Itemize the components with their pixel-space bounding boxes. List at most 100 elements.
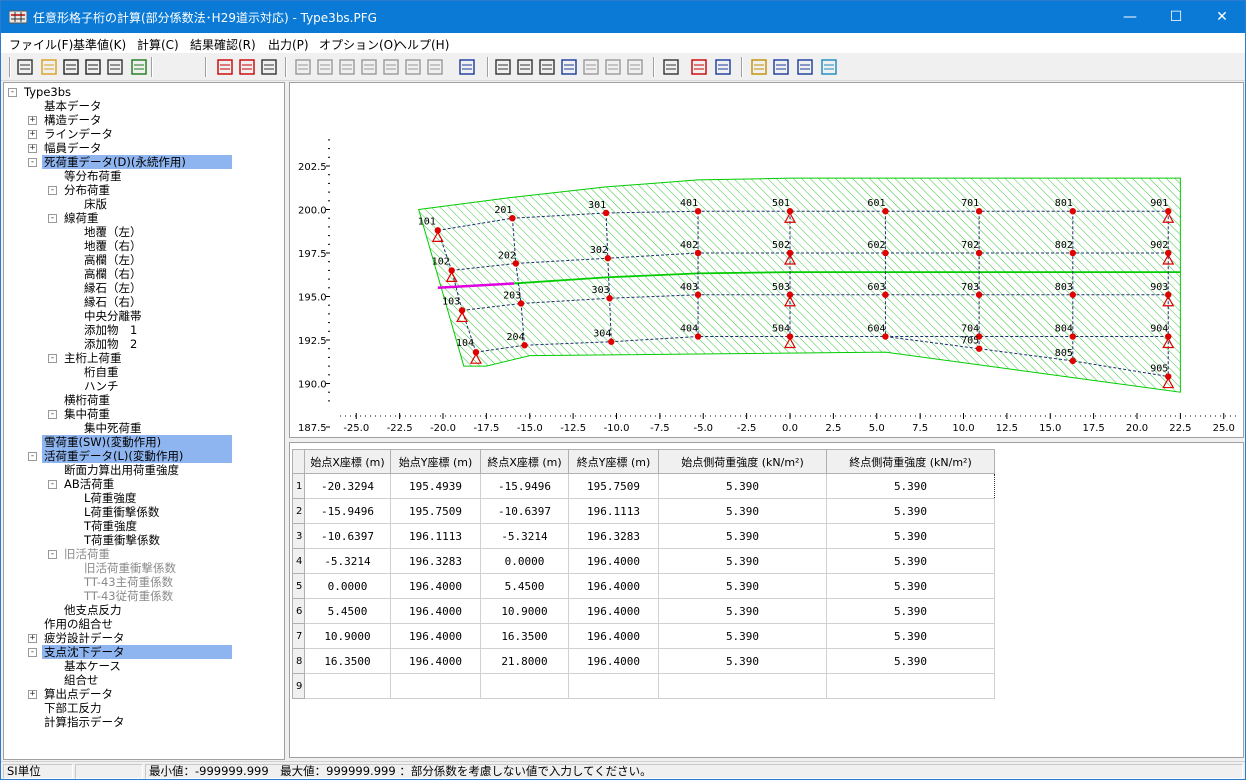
column-header[interactable]: 始点X座標 (m) <box>304 449 391 474</box>
grid-cell[interactable]: -20.3294 <box>304 473 391 499</box>
grid-cell[interactable]: 196.4000 <box>390 573 481 599</box>
grid-cell[interactable]: 16.3500 <box>304 648 391 674</box>
grid-cell[interactable]: 196.1113 <box>568 498 659 524</box>
grid-cell[interactable]: 5.390 <box>826 648 995 674</box>
grid-cell[interactable]: 196.1113 <box>390 523 481 549</box>
grid-cell[interactable]: 5.390 <box>658 473 827 499</box>
grid-cell[interactable]: -15.9496 <box>480 473 569 499</box>
delete-icon[interactable] <box>105 57 125 77</box>
grid-cell[interactable]: -5.3214 <box>480 523 569 549</box>
grid-cell[interactable] <box>304 673 391 699</box>
report1-icon[interactable] <box>559 57 579 77</box>
collapse-icon[interactable]: - <box>48 214 57 223</box>
column-header[interactable]: 終点X座標 (m) <box>480 449 569 474</box>
row-header[interactable]: 4 <box>292 548 305 574</box>
grid-cell[interactable]: -10.6397 <box>480 498 569 524</box>
tree-item[interactable]: 桁自重 <box>82 365 119 379</box>
view5-icon[interactable] <box>381 57 401 77</box>
tree-item[interactable]: 線荷重 <box>62 211 99 225</box>
save-icon[interactable] <box>61 57 81 77</box>
tree-item[interactable]: 疲労設計データ <box>42 631 125 645</box>
tree-item[interactable]: 基本ケース <box>62 659 121 673</box>
grid-cell[interactable]: 196.4000 <box>390 648 481 674</box>
print-preview-icon[interactable] <box>515 57 535 77</box>
tree-item[interactable]: 旧活荷重衝撃係数 <box>82 561 176 575</box>
grid-cell[interactable]: 196.3283 <box>568 523 659 549</box>
tree-item[interactable]: 構造データ <box>42 113 102 127</box>
grid-cell[interactable]: 196.4000 <box>390 623 481 649</box>
grid-cell[interactable]: 196.4000 <box>568 573 659 599</box>
tree-item[interactable]: 地覆（左） <box>82 225 142 239</box>
row-header[interactable]: 7 <box>292 623 305 649</box>
tree-item[interactable]: 組合せ <box>62 673 99 687</box>
grid-cell[interactable]: 21.8000 <box>480 648 569 674</box>
grid-cell[interactable]: 5.390 <box>826 573 995 599</box>
grid-cell[interactable]: 196.3283 <box>390 548 481 574</box>
tree-item[interactable]: 集中荷重 <box>62 407 110 421</box>
tree-item[interactable]: 断面力算出用荷重強度 <box>62 463 179 477</box>
grid-cell[interactable]: 5.390 <box>826 623 995 649</box>
menu-calculate[interactable]: 計算(C) <box>137 36 179 53</box>
grid-cell[interactable]: 5.4500 <box>304 598 391 624</box>
view1-icon[interactable] <box>293 57 313 77</box>
column-header[interactable]: 終点側荷重強度 (kN/m²) <box>826 449 995 474</box>
tree-item[interactable]: 等分布荷重 <box>62 169 122 183</box>
tree-item[interactable]: 高欄（左） <box>82 253 142 267</box>
view6-icon[interactable] <box>403 57 423 77</box>
node-point[interactable] <box>434 227 441 234</box>
tree-item[interactable]: 基本データ <box>42 99 102 113</box>
grid-cell[interactable] <box>390 673 481 699</box>
row-header[interactable]: 3 <box>292 523 305 549</box>
tree-item[interactable]: T荷重強度 <box>82 519 137 533</box>
row-header[interactable]: 8 <box>292 648 305 674</box>
expand-icon[interactable]: + <box>28 634 37 643</box>
print-icon[interactable] <box>493 57 513 77</box>
tree-item[interactable]: 地覆（右） <box>82 239 142 253</box>
grid-cell[interactable]: 196.4000 <box>568 648 659 674</box>
grid-cell[interactable]: 0.0000 <box>304 573 391 599</box>
open-folder-icon[interactable] <box>39 57 59 77</box>
grid-cell[interactable]: 5.390 <box>658 648 827 674</box>
tree-item[interactable]: AB活荷重 <box>62 477 114 491</box>
tree-item[interactable]: 他支点反力 <box>62 603 122 617</box>
collapse-icon[interactable]: - <box>48 186 57 195</box>
grid-cell[interactable]: 0.0000 <box>480 548 569 574</box>
tree-item[interactable]: 主桁上荷重 <box>62 351 122 365</box>
save-as-icon[interactable] <box>83 57 103 77</box>
report3-icon[interactable] <box>603 57 623 77</box>
row-header[interactable]: 5 <box>292 573 305 599</box>
tree-item[interactable]: Type3bs <box>22 85 71 99</box>
expand-icon[interactable]: + <box>28 116 37 125</box>
view4-icon[interactable] <box>359 57 379 77</box>
row-header[interactable]: 2 <box>292 498 305 524</box>
tree-item[interactable]: TT-43主荷重係数 <box>82 575 173 589</box>
grid-cell[interactable]: -15.9496 <box>304 498 391 524</box>
view3-icon[interactable] <box>337 57 357 77</box>
grid-cell[interactable]: 196.4000 <box>568 598 659 624</box>
member-edit-icon[interactable] <box>237 57 257 77</box>
tree-item[interactable]: 下部工反力 <box>42 701 102 715</box>
report4-icon[interactable] <box>625 57 645 77</box>
menu-results[interactable]: 結果確認(R) <box>190 36 256 53</box>
info-icon[interactable] <box>795 57 815 77</box>
grid-cell[interactable]: 5.390 <box>826 523 995 549</box>
view2-icon[interactable] <box>315 57 335 77</box>
column-header[interactable]: 始点Y座標 (m) <box>390 449 481 474</box>
grid-cell[interactable] <box>568 673 659 699</box>
tree-item[interactable]: T荷重衝撃係数 <box>82 533 160 547</box>
grid-cell[interactable]: 195.7509 <box>390 498 481 524</box>
menu-options[interactable]: オプション(O) <box>319 36 398 53</box>
result-icon[interactable] <box>713 57 733 77</box>
tree-item[interactable]: 支点沈下データ <box>42 645 232 659</box>
grid-cell[interactable]: 5.390 <box>658 548 827 574</box>
row-header[interactable]: 1 <box>292 473 305 499</box>
menu-help[interactable]: ヘルプ(H) <box>395 36 449 53</box>
table-icon[interactable] <box>259 57 279 77</box>
tree-item[interactable]: 死荷重データ(D)(永続作用) <box>42 155 232 169</box>
grid-icon[interactable] <box>819 57 839 77</box>
help-icon[interactable] <box>749 57 769 77</box>
tree-item[interactable]: L荷重強度 <box>82 491 136 505</box>
column-header[interactable]: 終点Y座標 (m) <box>568 449 659 474</box>
node-point[interactable] <box>448 267 455 274</box>
check-icon[interactable] <box>661 57 681 77</box>
